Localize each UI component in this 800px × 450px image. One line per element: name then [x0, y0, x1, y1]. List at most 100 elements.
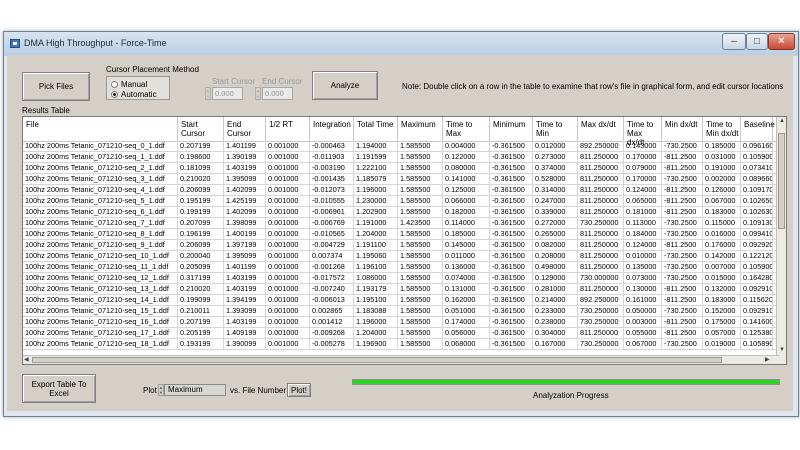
- table-cell: 0.193199: [178, 339, 224, 350]
- table-cell: 1.585500: [398, 317, 443, 328]
- column-header[interactable]: Total Time: [354, 117, 398, 141]
- table-cell: 0.073000: [624, 273, 662, 284]
- table-row[interactable]: 100hz 200ms Tetanic_071210-seq_16_1.ddf 0…: [23, 317, 783, 328]
- vertical-scrollbar[interactable]: ▲ ▼: [776, 117, 786, 364]
- table-cell: -811.2500: [662, 284, 703, 295]
- table-row[interactable]: 100hz 200ms Tetanic_071210-seq_0_1.ddf 0.…: [23, 141, 783, 152]
- table-cell: 0.247000: [533, 196, 578, 207]
- cursor-placement-radio-group: Manual Automatic: [106, 76, 170, 100]
- column-header[interactable]: End Cursor: [224, 117, 266, 141]
- column-header[interactable]: Start Cursor: [178, 117, 224, 141]
- table-row[interactable]: 100hz 200ms Tetanic_071210-seq_17_1.ddf 0…: [23, 328, 783, 339]
- table-row[interactable]: 100hz 200ms Tetanic_071210-seq_5_1.ddf 0.…: [23, 196, 783, 207]
- app-icon: [10, 39, 20, 48]
- table-cell: 811.250000: [578, 196, 624, 207]
- table-cell: 0.010000: [624, 251, 662, 262]
- title-bar[interactable]: DMA High Throughput - Force-Time – □ ✕: [4, 32, 798, 56]
- export-excel-button[interactable]: Export Table To Excel: [22, 374, 96, 403]
- table-row[interactable]: 100hz 200ms Tetanic_071210-seq_11_1.ddf 0…: [23, 262, 783, 273]
- column-header[interactable]: Integration: [310, 117, 354, 141]
- table-cell: 100hz 200ms Tetanic_071210-seq_17_1.ddf: [23, 328, 178, 339]
- scroll-up-icon[interactable]: ▲: [779, 118, 785, 124]
- table-row[interactable]: 100hz 200ms Tetanic_071210-seq_10_1.ddf 0…: [23, 251, 783, 262]
- table-cell: 1.585500: [398, 163, 443, 174]
- table-row[interactable]: 100hz 200ms Tetanic_071210-seq_2_1.ddf 0.…: [23, 163, 783, 174]
- scroll-right-icon[interactable]: ▶: [765, 356, 770, 363]
- table-cell: 0.183000: [703, 295, 741, 306]
- table-cell: 1.585500: [398, 328, 443, 339]
- table-cell: 0.125380: [743, 328, 773, 339]
- table-cell: 1.395099: [224, 174, 266, 185]
- table-row[interactable]: 100hz 200ms Tetanic_071210-seq_18_1.ddf 0…: [23, 339, 783, 350]
- table-cell: 1.193179: [354, 284, 398, 295]
- table-body[interactable]: 100hz 200ms Tetanic_071210-seq_0_1.ddf 0.…: [23, 141, 783, 364]
- close-button[interactable]: ✕: [768, 33, 795, 50]
- column-header[interactable]: Time to Min dx/dt: [703, 117, 741, 141]
- table-row[interactable]: 100hz 200ms Tetanic_071210-seq_4_1.ddf 0.…: [23, 185, 783, 196]
- table-cell: 0.074000: [443, 273, 490, 284]
- table-cell: 0.181099: [178, 163, 224, 174]
- table-row[interactable]: 100hz 200ms Tetanic_071210-seq_8_1.ddf 0.…: [23, 229, 783, 240]
- horizontal-scroll-thumb[interactable]: [32, 357, 722, 363]
- column-header[interactable]: 1/2 RT: [266, 117, 310, 141]
- table-row[interactable]: 100hz 200ms Tetanic_071210-seq_7_1.ddf 0.…: [23, 218, 783, 229]
- column-header[interactable]: Minimum: [490, 117, 533, 141]
- table-cell: 1.400199: [224, 229, 266, 240]
- table-row[interactable]: 100hz 200ms Tetanic_071210-seq_15_1.ddf 0…: [23, 306, 783, 317]
- start-cursor-spinner[interactable]: ▲ ▼: [205, 87, 211, 100]
- column-header[interactable]: Time to Max: [443, 117, 490, 141]
- column-header[interactable]: File: [23, 117, 178, 141]
- table-cell: 811.250000: [578, 174, 624, 185]
- minimize-button[interactable]: –: [722, 33, 746, 50]
- table-cell: 1.425199: [224, 196, 266, 207]
- column-header[interactable]: Time to Min: [533, 117, 578, 141]
- table-row[interactable]: 100hz 200ms Tetanic_071210-seq_14_1.ddf 0…: [23, 295, 783, 306]
- start-cursor-input[interactable]: 0.000: [212, 87, 243, 100]
- table-cell: -0.010565: [310, 229, 354, 240]
- table-cell: 1.230000: [354, 196, 398, 207]
- table-cell: 1.585500: [398, 262, 443, 273]
- column-header[interactable]: Max dx/dt: [578, 117, 624, 141]
- start-cursor-control[interactable]: ▲ ▼ 0.000: [205, 87, 245, 100]
- radio-manual[interactable]: [111, 81, 118, 88]
- table-cell: 0.124000: [624, 185, 662, 196]
- table-row[interactable]: 100hz 200ms Tetanic_071210-seq_9_1.ddf 0.…: [23, 240, 783, 251]
- results-table[interactable]: File Start Cursor End Cursor 1/2 RT Integrat…: [22, 116, 787, 365]
- scroll-down-icon[interactable]: ▼: [779, 347, 785, 353]
- maximize-button[interactable]: □: [746, 33, 768, 50]
- table-cell: 1.403199: [224, 273, 266, 284]
- column-header[interactable]: Maximum: [398, 117, 443, 141]
- table-cell: -0.006961: [310, 207, 354, 218]
- plot-quantity-selector[interactable]: Maximum: [164, 384, 226, 396]
- table-cell: 0.135000: [624, 262, 662, 273]
- pick-files-button[interactable]: Pick Files: [22, 72, 90, 101]
- table-row[interactable]: 100hz 200ms Tetanic_071210-seq_13_1.ddf 0…: [23, 284, 783, 295]
- horizontal-scrollbar[interactable]: ◀ ▶: [23, 355, 779, 364]
- table-row[interactable]: 100hz 200ms Tetanic_071210-seq_6_1.ddf 0.…: [23, 207, 783, 218]
- column-header[interactable]: Baseline: [741, 117, 775, 141]
- table-cell: 0.304000: [533, 328, 578, 339]
- table-row[interactable]: 100hz 200ms Tetanic_071210-seq_3_1.ddf 0.…: [23, 174, 783, 185]
- table-cell: 100hz 200ms Tetanic_071210-seq_16_1.ddf: [23, 317, 178, 328]
- table-row[interactable]: 100hz 200ms Tetanic_071210-seq_1_1.ddf 0.…: [23, 152, 783, 163]
- table-cell: 0.199099: [178, 295, 224, 306]
- column-header[interactable]: Time to Max dx/dt: [624, 117, 662, 147]
- end-cursor-input[interactable]: 0.000: [262, 87, 293, 100]
- table-cell: 0.528000: [533, 174, 578, 185]
- plot-button[interactable]: Plot!: [287, 383, 311, 397]
- scroll-left-icon[interactable]: ◀: [24, 356, 29, 363]
- end-cursor-spinner[interactable]: ▲ ▼: [255, 87, 261, 100]
- vertical-scroll-thumb[interactable]: [778, 133, 785, 229]
- radio-automatic[interactable]: [111, 91, 118, 98]
- column-header[interactable]: Min dx/dt: [662, 117, 703, 141]
- table-cell: 1.196100: [354, 262, 398, 273]
- table-cell: 1.585500: [398, 152, 443, 163]
- table-cell: 1.191000: [354, 218, 398, 229]
- table-cell: 0.145000: [443, 240, 490, 251]
- analyze-button[interactable]: Analyze: [312, 71, 378, 100]
- table-cell: 0.067000: [703, 196, 741, 207]
- end-cursor-control[interactable]: ▲ ▼ 0.000: [255, 87, 295, 100]
- table-row[interactable]: 100hz 200ms Tetanic_071210-seq_12_1.ddf 0…: [23, 273, 783, 284]
- table-cell: 1.585500: [398, 174, 443, 185]
- table-cell: 0.210011: [178, 306, 224, 317]
